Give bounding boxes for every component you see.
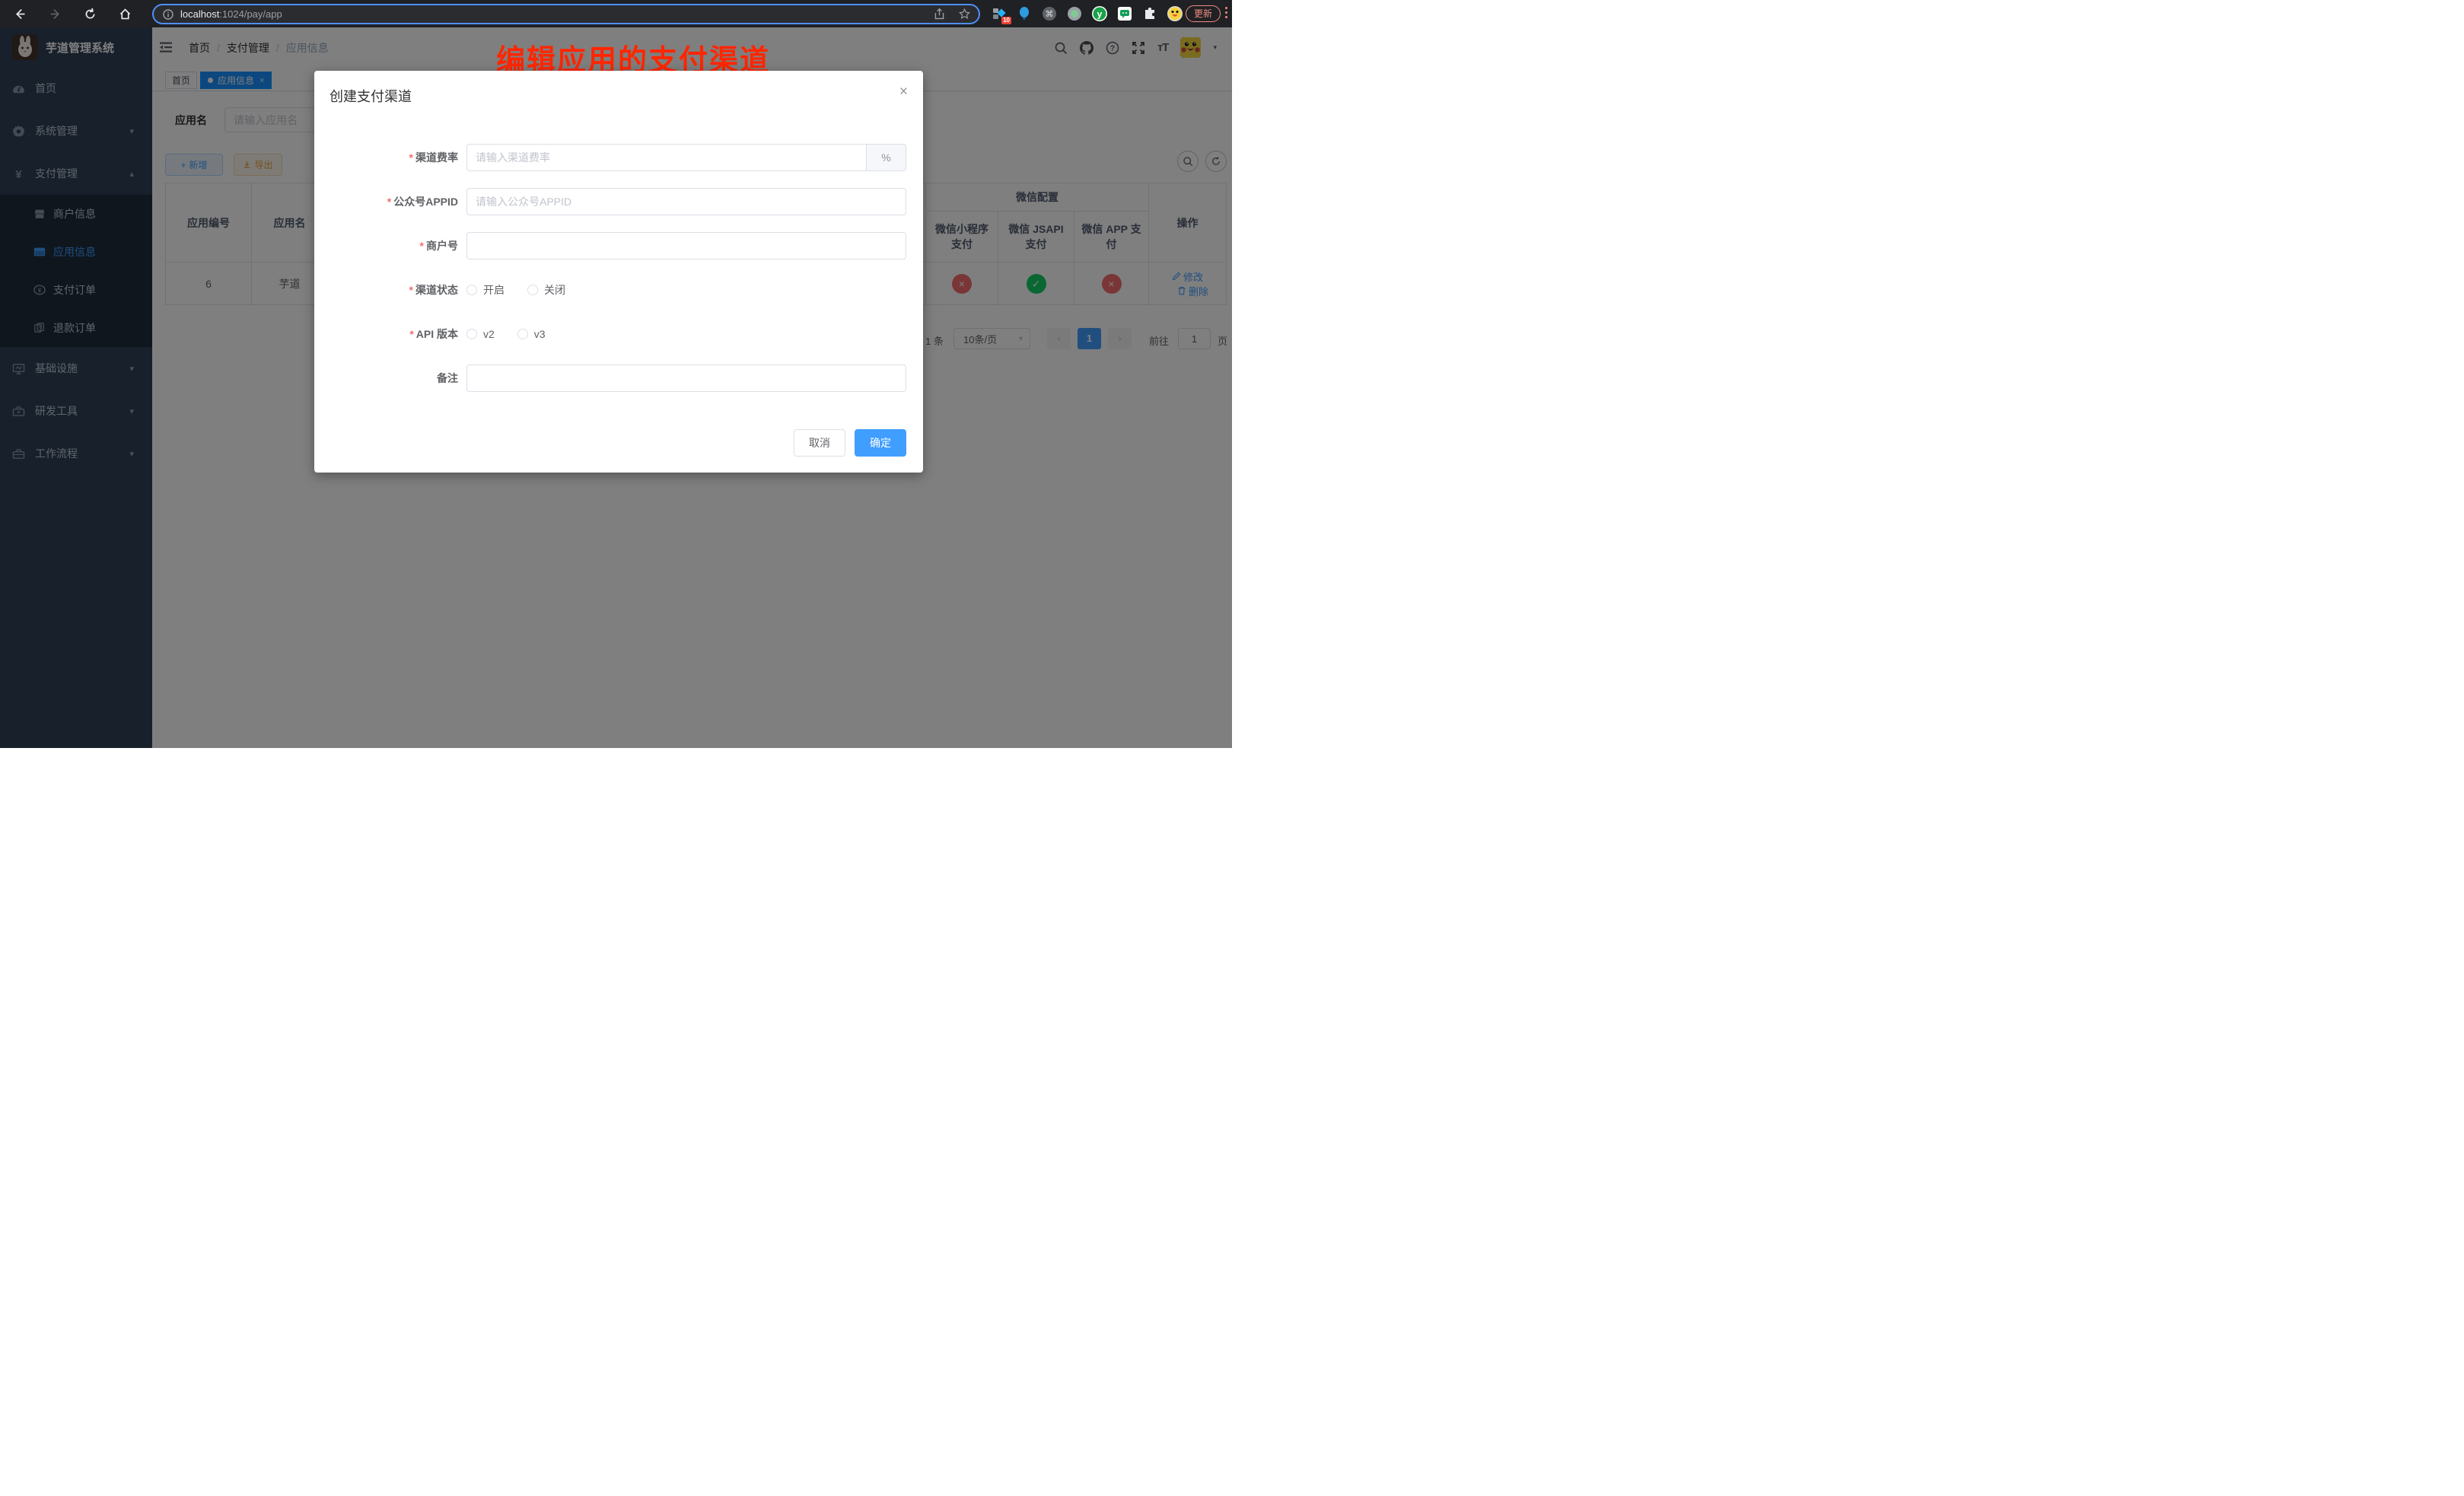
home-icon[interactable] bbox=[119, 8, 132, 21]
radio-label: 关闭 bbox=[544, 282, 565, 298]
chat-icon[interactable] bbox=[1117, 6, 1132, 21]
url-bar[interactable]: localhost:1024/pay/app bbox=[152, 4, 980, 24]
browser-update-button[interactable]: 更新 bbox=[1186, 5, 1221, 22]
field-label: *渠道状态 bbox=[314, 276, 466, 304]
dialog-footer: 取消 确定 bbox=[794, 429, 906, 457]
extension-toolbar: 10 ⌘ y bbox=[992, 0, 1183, 27]
command-icon[interactable]: ⌘ bbox=[1042, 6, 1057, 21]
form-item-appid: *公众号APPID bbox=[314, 188, 923, 215]
radio-circle-icon bbox=[466, 285, 477, 295]
share-icon[interactable] bbox=[933, 8, 946, 21]
blue-diamond-extension-icon[interactable]: 10 bbox=[992, 6, 1007, 21]
emoji-icon[interactable] bbox=[1167, 6, 1183, 21]
url-host: localhost bbox=[180, 8, 219, 20]
balloon-icon[interactable] bbox=[1017, 6, 1032, 21]
radio-circle-icon bbox=[527, 285, 538, 295]
browser-chrome: localhost:1024/pay/app 10 ⌘ y bbox=[0, 0, 1232, 27]
info-icon[interactable] bbox=[163, 9, 173, 20]
svg-text:⌘: ⌘ bbox=[1046, 9, 1054, 19]
green-dot-icon[interactable] bbox=[1067, 6, 1082, 21]
puzzle-icon[interactable] bbox=[1142, 6, 1157, 21]
field-label: *API 版本 bbox=[314, 320, 466, 348]
app-window: 芋道管理系统 首页 系统管理 ▾ ¥ 支付管理 ▴ 商户信息 应用信息 ¥ 支付 bbox=[0, 27, 1232, 748]
form-item-channel-status: *渠道状态 开启 关闭 bbox=[314, 276, 923, 304]
radio-circle-icon bbox=[517, 329, 528, 339]
dialog-form: *渠道费率 % *公众号APPID *商户号 *渠道状态 开启 关闭 bbox=[314, 144, 923, 392]
form-item-remark: 备注 bbox=[314, 364, 923, 392]
confirm-button[interactable]: 确定 bbox=[855, 429, 906, 457]
radio-label: v3 bbox=[534, 328, 546, 340]
url-path: :1024/pay/app bbox=[219, 8, 282, 20]
svg-text:y: y bbox=[1097, 9, 1103, 20]
radio-label: 开启 bbox=[483, 282, 505, 298]
official-account-appid-input[interactable] bbox=[466, 188, 906, 215]
radio-api-v2[interactable]: v2 bbox=[466, 328, 495, 340]
field-label: *公众号APPID bbox=[314, 188, 466, 215]
radio-api-v3[interactable]: v3 bbox=[517, 328, 546, 340]
radio-status-closed[interactable]: 关闭 bbox=[527, 282, 565, 298]
dialog-header: 创建支付渠道 × bbox=[314, 71, 923, 113]
channel-rate-input[interactable] bbox=[466, 144, 867, 171]
merchant-id-input[interactable] bbox=[466, 232, 906, 259]
radio-status-open[interactable]: 开启 bbox=[466, 282, 505, 298]
extension-badge: 10 bbox=[1001, 17, 1011, 24]
dialog-title: 创建支付渠道 bbox=[329, 89, 412, 104]
close-icon[interactable]: × bbox=[899, 84, 908, 99]
forward-icon[interactable] bbox=[49, 8, 62, 21]
y-badge-icon[interactable]: y bbox=[1092, 6, 1107, 21]
form-item-merchant-id: *商户号 bbox=[314, 232, 923, 259]
cancel-button[interactable]: 取消 bbox=[794, 429, 845, 457]
percent-suffix: % bbox=[867, 144, 906, 171]
back-icon[interactable] bbox=[14, 8, 27, 21]
form-item-channel-rate: *渠道费率 % bbox=[314, 144, 923, 171]
radio-label: v2 bbox=[483, 328, 495, 340]
star-icon[interactable] bbox=[958, 8, 971, 21]
reload-icon[interactable] bbox=[84, 8, 97, 21]
remark-input[interactable] bbox=[466, 364, 906, 392]
field-label: *渠道费率 bbox=[314, 144, 466, 171]
form-item-api-version: *API 版本 v2 v3 bbox=[314, 320, 923, 348]
radio-circle-icon bbox=[466, 329, 477, 339]
url-text: localhost:1024/pay/app bbox=[180, 8, 282, 20]
field-label: *商户号 bbox=[314, 232, 466, 259]
create-pay-channel-dialog: 创建支付渠道 × *渠道费率 % *公众号APPID *商户号 *渠道状态 bbox=[314, 71, 923, 473]
kebab-menu-icon[interactable] bbox=[1225, 7, 1228, 21]
field-label: 备注 bbox=[314, 364, 466, 392]
